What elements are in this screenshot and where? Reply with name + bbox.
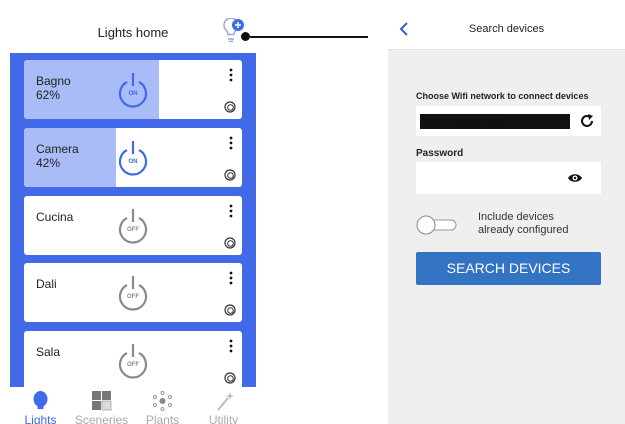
search-devices-button[interactable]: SEARCH DEVICES (416, 252, 601, 285)
power-icon (118, 73, 148, 108)
wifi-network-label: Choose Wifi network to connect devices (416, 91, 589, 101)
search-devices-header: Search devices (388, 11, 625, 50)
tab-lights[interactable]: Lights (10, 387, 71, 424)
connector-dot (241, 32, 250, 41)
power-button[interactable]: OFF (117, 275, 149, 311)
password-field[interactable] (416, 162, 601, 194)
refresh-icon[interactable] (578, 112, 596, 130)
power-icon (118, 276, 148, 311)
light-name: Sala (36, 345, 61, 359)
dimmer-dial-icon[interactable] (224, 304, 236, 316)
light-name: Dali (36, 277, 57, 291)
light-percent: 42% (36, 156, 61, 170)
power-icon (118, 209, 148, 244)
light-card[interactable]: Sala OFF (24, 331, 242, 390)
tab-label: Sceneries (74, 413, 129, 424)
more-options-icon[interactable] (228, 204, 234, 218)
power-state-label: OFF (127, 227, 139, 233)
more-options-icon[interactable] (228, 136, 234, 150)
password-label: Password (416, 148, 464, 159)
power-state-label: OFF (127, 362, 139, 368)
light-card[interactable]: Cucina OFF (24, 196, 242, 255)
more-options-icon[interactable] (228, 271, 234, 285)
more-options-icon[interactable] (228, 68, 234, 82)
magic-wand-icon (217, 392, 234, 411)
power-button[interactable]: ON (117, 140, 149, 176)
wifi-network-value: Casa_in_Veneto 2.4GHz (420, 114, 570, 129)
light-name: Bagno (36, 74, 71, 88)
more-options-icon[interactable] (228, 339, 234, 353)
tab-sceneries[interactable]: Sceneries (71, 387, 132, 424)
tab-utility[interactable]: Utility (193, 387, 254, 424)
dimmer-dial-icon[interactable] (224, 237, 236, 249)
tab-label: Plants (145, 413, 180, 424)
eye-icon[interactable] (567, 171, 583, 185)
lights-home-screen: Lights home Bagno 62% ON Camera 42% ON Cucina O… (10, 12, 256, 424)
power-state-label: ON (128, 159, 138, 165)
light-name: Cucina (36, 210, 74, 224)
dimmer-dial-icon[interactable] (224, 101, 236, 113)
connector-line (250, 36, 368, 38)
light-percent: 62% (36, 88, 61, 102)
power-state-label: OFF (127, 294, 139, 300)
power-state-label: ON (128, 91, 138, 97)
lights-home-header: Lights home (10, 12, 256, 53)
search-devices-screen: Search devices Choose Wifi network to co… (388, 11, 625, 424)
include-configured-label: Include devices already configured (478, 211, 569, 236)
lights-list: Bagno 62% ON Camera 42% ON Cucina OFF Dali OFF Sal… (10, 53, 256, 390)
dimmer-dial-icon[interactable] (224, 169, 236, 181)
light-card[interactable]: Dali OFF (24, 263, 242, 322)
grid-icon (92, 391, 112, 411)
tab-label: Utility (208, 413, 239, 424)
include-configured-toggle[interactable] (416, 215, 460, 235)
dimmer-dial-icon[interactable] (224, 372, 236, 384)
light-name: Camera (36, 142, 79, 156)
power-icon (118, 344, 148, 379)
light-card[interactable]: Camera 42% ON (24, 128, 242, 187)
plant-network-icon (153, 391, 172, 411)
tab-plants[interactable]: Plants (132, 387, 193, 424)
power-button[interactable]: OFF (117, 343, 149, 379)
power-button[interactable]: OFF (117, 208, 149, 244)
tab-label: Lights (24, 413, 57, 424)
power-icon (118, 141, 148, 176)
light-card[interactable]: Bagno 62% ON (24, 60, 242, 119)
wifi-network-select[interactable]: Casa_in_Veneto 2.4GHz (416, 106, 601, 136)
bulb-icon (33, 391, 48, 409)
bottom-tab-bar: Lights Sceneries Plants Utility (10, 387, 256, 424)
page-title: Search devices (468, 23, 545, 35)
power-button[interactable]: ON (117, 72, 149, 108)
